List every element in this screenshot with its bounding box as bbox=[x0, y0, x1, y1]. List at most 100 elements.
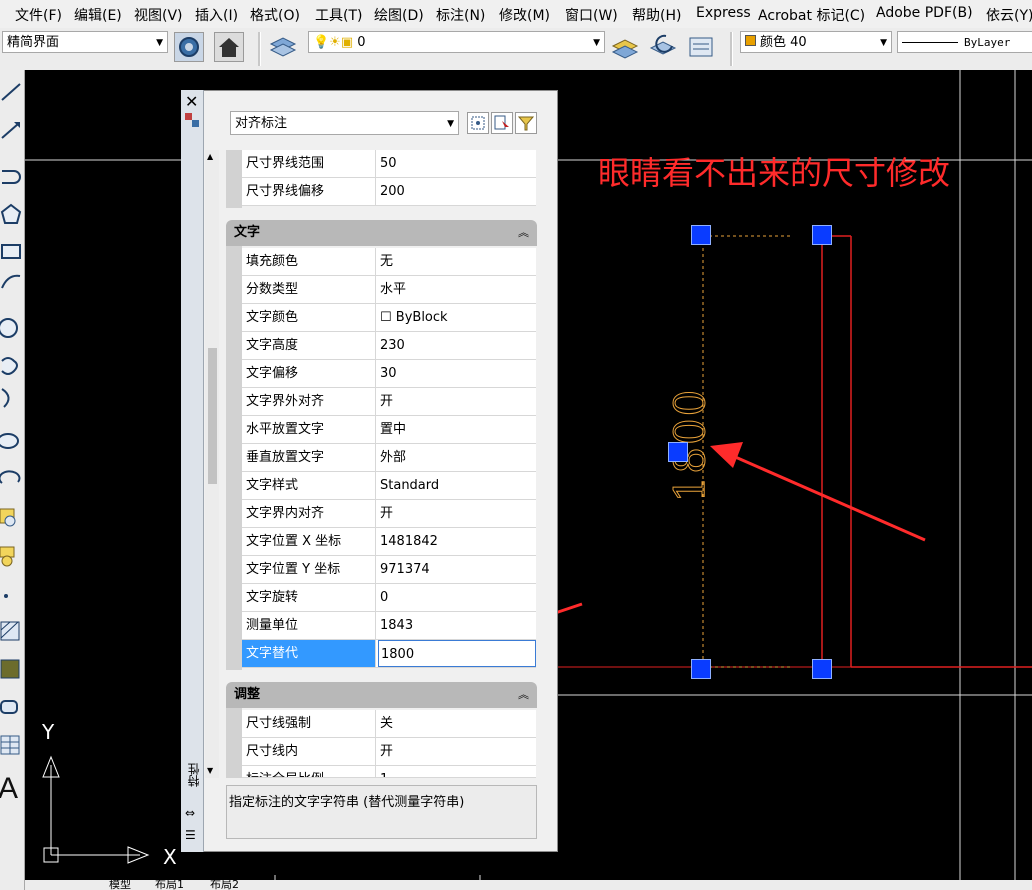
mtext-icon[interactable]: A bbox=[0, 770, 22, 802]
polyline-icon[interactable] bbox=[0, 165, 22, 187]
workspace-select[interactable]: 精简界面 ▼ bbox=[2, 31, 168, 53]
grip-top-right[interactable] bbox=[812, 225, 832, 245]
palette-settings-icon[interactable] bbox=[184, 112, 200, 128]
prop-value[interactable]: 0 bbox=[378, 584, 536, 611]
prop-value[interactable]: 置中 bbox=[378, 416, 536, 443]
layer-properties-button[interactable] bbox=[268, 32, 298, 62]
table-icon[interactable] bbox=[0, 734, 22, 756]
menu-file[interactable]: 文件(F) bbox=[15, 5, 62, 25]
menu-modify[interactable]: 修改(M) bbox=[499, 5, 550, 25]
insert-block-icon[interactable] bbox=[0, 505, 22, 527]
grip-top-left[interactable] bbox=[691, 225, 711, 245]
section-adjust-header[interactable]: 调整 ︽ bbox=[226, 682, 537, 708]
ellipse-icon[interactable] bbox=[0, 430, 22, 452]
prop-row[interactable]: 文字位置 X 坐标 1481842 bbox=[242, 528, 536, 556]
autohide-icon[interactable]: ⇔ bbox=[185, 806, 195, 820]
menu-express[interactable]: Express bbox=[696, 5, 751, 21]
prop-row[interactable]: 尺寸界线偏移 200 bbox=[242, 178, 536, 206]
palette-scrollbar[interactable]: ▲ ▼ bbox=[205, 150, 219, 778]
prop-row[interactable]: 文字颜色 ☐ ByBlock bbox=[242, 304, 536, 332]
tab-layout2[interactable]: 布局2 bbox=[210, 880, 239, 890]
prop-row[interactable]: 尺寸界线范围 50 bbox=[242, 150, 536, 178]
prop-row[interactable]: 分数类型 水平 bbox=[242, 276, 536, 304]
prop-row[interactable]: 文字高度 230 bbox=[242, 332, 536, 360]
menu-edit[interactable]: 编辑(E) bbox=[74, 5, 122, 25]
prop-row[interactable]: 尺寸线强制关 bbox=[242, 710, 536, 738]
prop-value[interactable]: 开 bbox=[378, 388, 536, 415]
make-current-layer-button[interactable] bbox=[610, 32, 640, 62]
prop-value[interactable]: 230 bbox=[378, 332, 536, 359]
grip-bottom-left[interactable] bbox=[691, 659, 711, 679]
menu-help[interactable]: 帮助(H) bbox=[632, 5, 681, 25]
prop-value[interactable]: 1481842 bbox=[378, 528, 536, 555]
ellipse-arc-icon[interactable] bbox=[0, 468, 22, 490]
prop-value[interactable]: 水平 bbox=[378, 276, 536, 303]
prop-row[interactable]: 文字偏移 30 bbox=[242, 360, 536, 388]
prop-row[interactable]: 填充颜色无 bbox=[242, 248, 536, 276]
menu-format[interactable]: 格式(O) bbox=[250, 5, 300, 25]
prop-value[interactable]: 无 bbox=[378, 248, 536, 275]
ray-icon[interactable] bbox=[0, 118, 22, 140]
rectangle-icon[interactable] bbox=[0, 240, 22, 262]
prop-value[interactable]: Standard bbox=[378, 472, 536, 499]
hatch-icon[interactable] bbox=[0, 620, 22, 642]
palette-menu-icon[interactable]: ☰ bbox=[185, 828, 196, 842]
scrollbar-thumb[interactable] bbox=[208, 348, 217, 484]
gradient-icon[interactable] bbox=[0, 658, 22, 680]
select-objects-button[interactable] bbox=[491, 112, 513, 134]
prop-row[interactable]: 尺寸线内开 bbox=[242, 738, 536, 766]
layer-states-button[interactable] bbox=[686, 32, 716, 62]
layer-previous-button[interactable] bbox=[648, 32, 678, 62]
arc-icon[interactable] bbox=[0, 270, 22, 292]
prop-value[interactable]: 开 bbox=[378, 738, 536, 765]
tab-model[interactable]: 模型 bbox=[109, 880, 131, 890]
tab-layout1[interactable]: 布局1 bbox=[155, 880, 184, 890]
prop-value[interactable]: 50 bbox=[378, 150, 536, 177]
revcloud-icon[interactable] bbox=[0, 355, 22, 377]
linetype-select[interactable]: ByLayer bbox=[897, 31, 1032, 53]
toggle-pickadd-button[interactable] bbox=[467, 112, 489, 134]
workspace-lock-button[interactable] bbox=[214, 32, 244, 62]
menu-draw[interactable]: 绘图(D) bbox=[374, 5, 424, 25]
prop-row[interactable]: 垂直放置文字 外部 bbox=[242, 444, 536, 472]
scroll-up-icon[interactable]: ▲ bbox=[207, 152, 213, 161]
workspace-settings-button[interactable] bbox=[174, 32, 204, 62]
menu-acrobat-markup[interactable]: Acrobat 标记(C) bbox=[758, 5, 865, 25]
grip-text[interactable] bbox=[668, 442, 688, 462]
layer-select[interactable]: 💡☀▣ 0 ▼ bbox=[308, 31, 605, 53]
menu-yiyun[interactable]: 依云(Y) bbox=[986, 5, 1032, 25]
prop-row[interactable]: 文字样式 Standard bbox=[242, 472, 536, 500]
prop-value[interactable]: ☐ ByBlock bbox=[378, 304, 536, 331]
close-icon[interactable]: ✕ bbox=[185, 92, 198, 111]
prop-value[interactable]: 971374 bbox=[378, 556, 536, 583]
prop-row[interactable]: 测量单位 1843 bbox=[242, 612, 536, 640]
polygon-icon[interactable] bbox=[0, 203, 22, 225]
collapse-icon[interactable]: ︽ bbox=[518, 220, 529, 246]
prop-value[interactable]: 关 bbox=[378, 710, 536, 737]
prop-value[interactable]: 1 bbox=[378, 766, 536, 777]
prop-value[interactable]: 200 bbox=[378, 178, 536, 205]
prop-row[interactable]: 文字位置 Y 坐标 971374 bbox=[242, 556, 536, 584]
menu-adobe-pdf[interactable]: Adobe PDF(B) bbox=[876, 5, 973, 21]
prop-value[interactable]: 开 bbox=[378, 500, 536, 527]
object-type-select[interactable]: 对齐标注 ▼ bbox=[230, 111, 459, 135]
prop-value[interactable]: 外部 bbox=[378, 444, 536, 471]
prop-row-text-override[interactable]: 文字替代 1800 bbox=[242, 640, 536, 668]
prop-row[interactable]: 文字旋转 0 bbox=[242, 584, 536, 612]
collapse-icon[interactable]: ︽ bbox=[518, 682, 529, 708]
text-override-input[interactable]: 1800 bbox=[378, 640, 536, 667]
prop-row[interactable]: 文字界内对齐开 bbox=[242, 500, 536, 528]
region-icon[interactable] bbox=[0, 695, 22, 717]
menu-view[interactable]: 视图(V) bbox=[134, 5, 183, 25]
grip-bottom-right[interactable] bbox=[812, 659, 832, 679]
spline-icon[interactable] bbox=[0, 387, 22, 409]
quick-select-button[interactable] bbox=[515, 112, 537, 134]
circle-icon[interactable] bbox=[0, 317, 22, 339]
menu-dimension[interactable]: 标注(N) bbox=[436, 5, 485, 25]
menu-tools[interactable]: 工具(T) bbox=[315, 5, 362, 25]
line-icon[interactable] bbox=[0, 80, 22, 102]
make-block-icon[interactable] bbox=[0, 545, 22, 567]
prop-value[interactable]: 1843 bbox=[378, 612, 536, 639]
prop-row[interactable]: 水平放置文字 置中 bbox=[242, 416, 536, 444]
menu-window[interactable]: 窗口(W) bbox=[565, 5, 618, 25]
